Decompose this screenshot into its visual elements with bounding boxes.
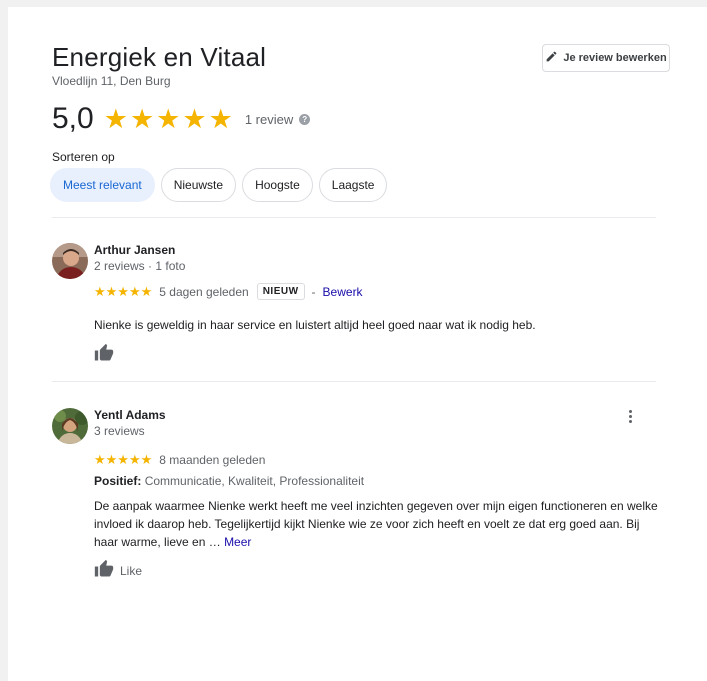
avatar[interactable] (52, 243, 88, 279)
positive-label: Positief: (94, 474, 142, 488)
reviewer-meta: 2 reviews · 1 foto (94, 259, 186, 273)
star-icon: ★ (129, 103, 155, 134)
positive-values: Communicatie, Kwaliteit, Professionalite… (144, 474, 365, 488)
star-icon: ★ (182, 103, 207, 134)
place-title: Energiek en Vitaal (52, 42, 267, 72)
new-badge: NIEUW (256, 283, 305, 300)
review-rating-row: ★★★★★ 5 dagen geleden NIEUW - Bewerk (94, 283, 363, 300)
separator: - (311, 284, 316, 299)
sort-chip-most-relevant[interactable]: Meest relevant (50, 168, 155, 202)
more-vertical-icon[interactable] (627, 410, 633, 423)
star-icon: ★ (208, 103, 233, 134)
pencil-icon (545, 50, 558, 66)
review-positive: Positief: Communicatie, Kwaliteit, Profe… (94, 474, 364, 488)
rating-value: 5,0 (52, 102, 94, 135)
sort-chip-lowest[interactable]: Laagste (318, 168, 388, 202)
divider (52, 381, 656, 382)
like-button[interactable] (94, 343, 114, 366)
review-text-body: De aanpak waarmee Nienke werkt heeft me … (94, 499, 658, 549)
sort-label: Sorteren op (52, 150, 115, 164)
review-count[interactable]: 1 review (245, 112, 293, 127)
review-item: Arthur Jansen 2 reviews · 1 foto ★★★★★ 5… (52, 243, 672, 373)
reviews-panel: Energiek en Vitaal Vloedlijn 11, Den Bur… (8, 7, 707, 681)
more-link[interactable]: Meer (224, 535, 251, 549)
divider (52, 217, 656, 218)
thumbs-up-icon (94, 343, 114, 366)
edit-review-label: Je review bewerken (563, 52, 667, 64)
sort-chip-newest[interactable]: Nieuwste (160, 168, 237, 202)
reviewer-meta: 3 reviews (94, 424, 145, 438)
review-time: 5 dagen geleden (159, 284, 249, 299)
sort-chips: Meest relevant Nieuwste Hoogste Laagste (50, 168, 388, 202)
review-text: Nienke is geweldig in haar service en lu… (94, 318, 536, 332)
review-rating-row: ★★★★★ 8 maanden geleden (94, 452, 265, 468)
star-icon: ★ (103, 103, 128, 134)
like-label: Like (120, 563, 143, 578)
thumbs-up-icon (94, 559, 114, 582)
star-icon: ★ (156, 103, 181, 134)
reviewer-name[interactable]: Arthur Jansen (94, 243, 175, 257)
avatar[interactable] (52, 408, 88, 444)
like-button[interactable]: Like (94, 559, 142, 582)
rating-stars: ★ ★ ★ ★ ★ (103, 103, 233, 134)
rating-summary: 5,0 ★ ★ ★ ★ ★ 1 review ? (52, 102, 311, 136)
edit-review-link[interactable]: Bewerk (323, 285, 363, 299)
review-stars: ★★★★★ (94, 452, 153, 467)
edit-review-button[interactable]: Je review bewerken (542, 44, 670, 72)
review-item: Yentl Adams 3 reviews ★★★★★ 8 maanden ge… (52, 408, 672, 588)
place-address: Vloedlijn 11, Den Burg (52, 74, 171, 88)
review-text: De aanpak waarmee Nienke werkt heeft me … (94, 497, 662, 551)
sort-chip-highest[interactable]: Hoogste (242, 168, 313, 202)
help-icon[interactable]: ? (299, 113, 311, 125)
reviewer-name[interactable]: Yentl Adams (94, 408, 166, 422)
review-time: 8 maanden geleden (159, 453, 266, 467)
review-stars: ★★★★★ (94, 283, 153, 299)
